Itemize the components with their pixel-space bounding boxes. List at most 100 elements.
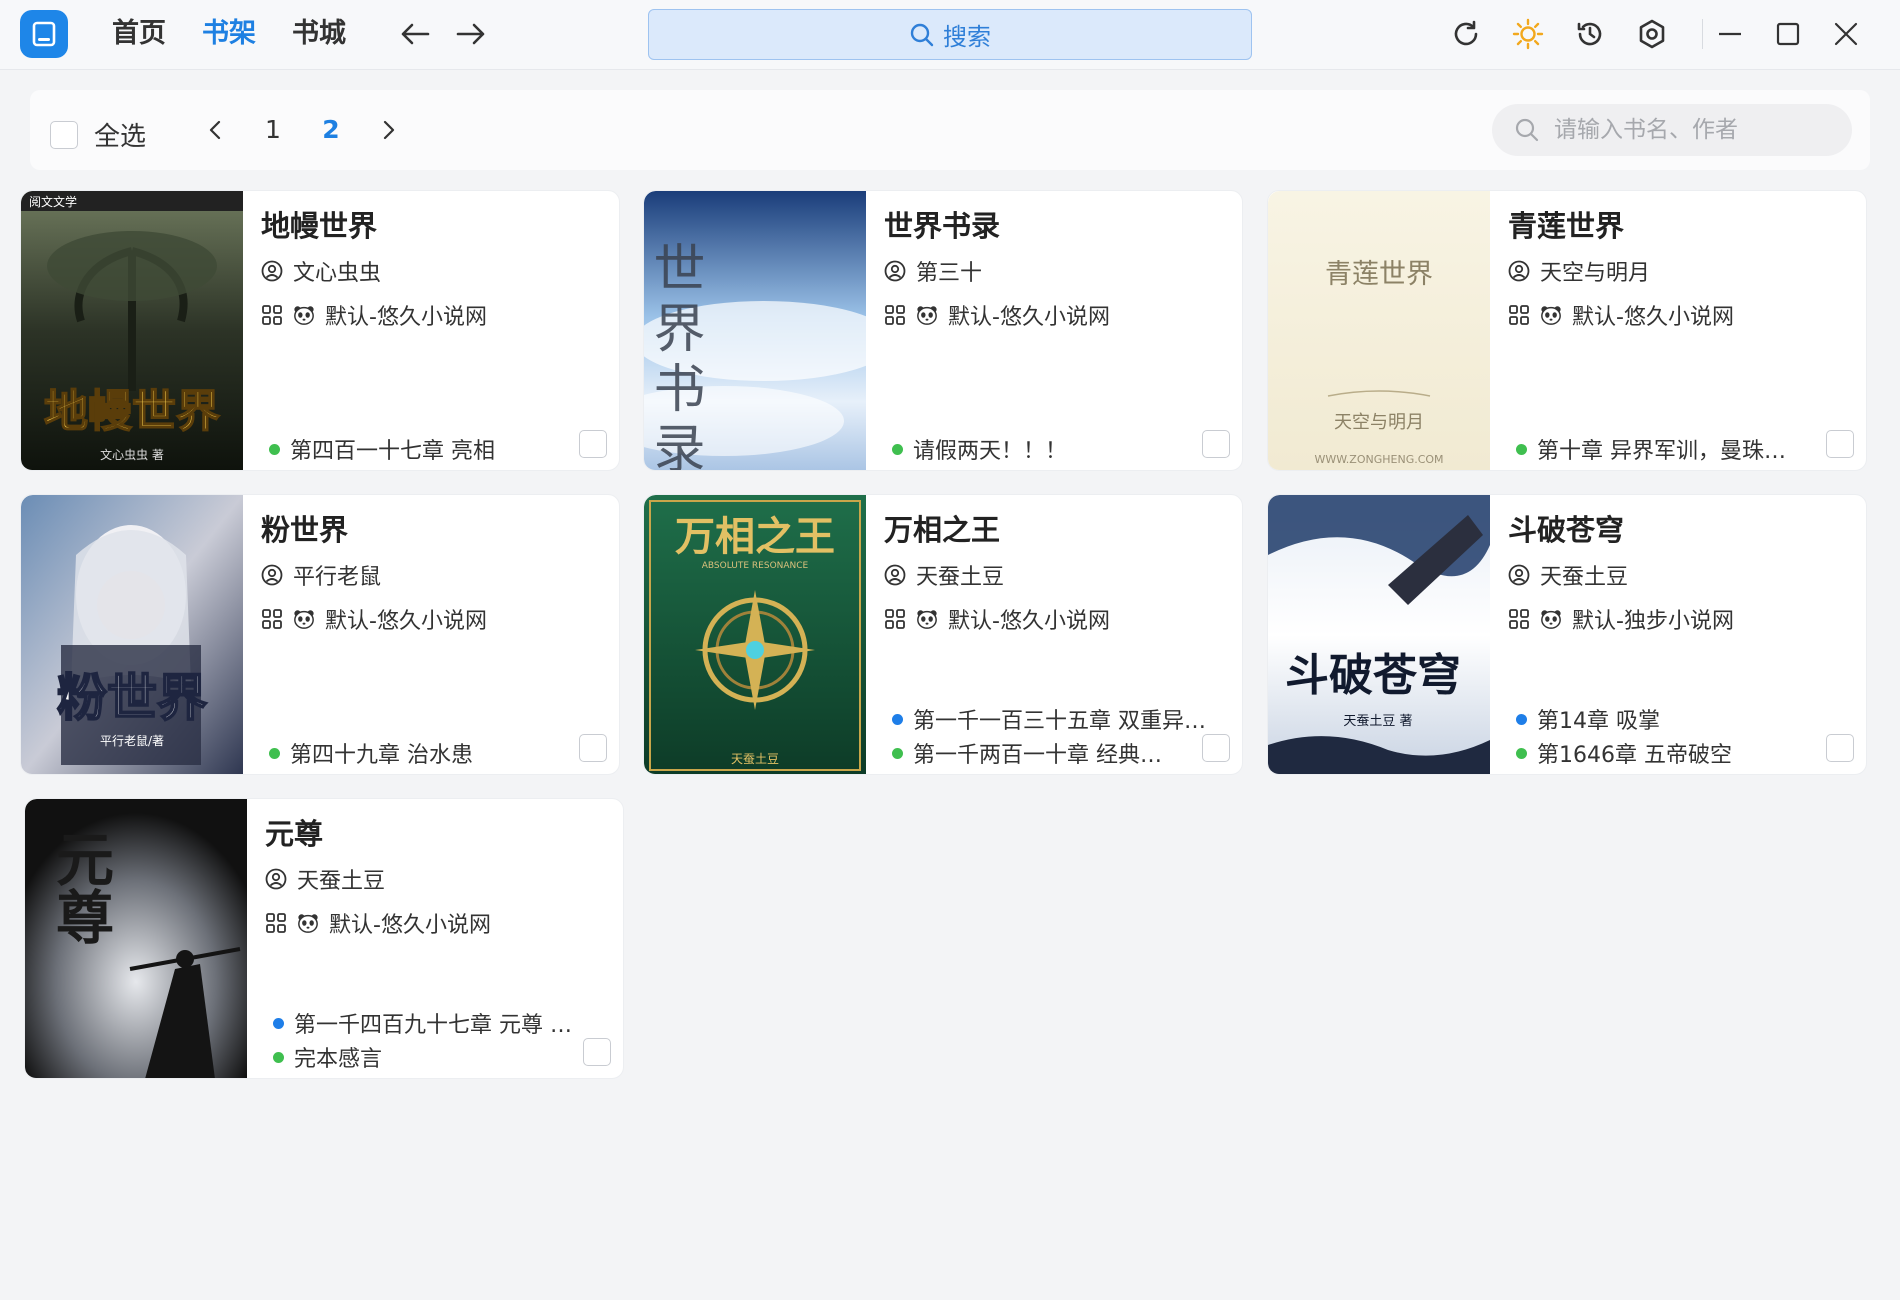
book-title[interactable]: 元尊 [265,811,323,853]
chapter-title: 第四十九章 治水患 [290,743,473,768]
book-cover-art: 元尊 [25,799,247,1078]
cover-title: 万相之王 [675,513,835,560]
book-select-checkbox[interactable] [579,734,607,762]
book-card[interactable]: 万相之王 ABSOLUTE RESONANCE 天蚕土豆 万相之王 天蚕土豆 默… [643,494,1243,775]
book-title[interactable]: 青莲世界 [1508,203,1624,245]
book-select-checkbox[interactable] [583,1038,611,1066]
chapter-line[interactable]: 第一千一百三十五章 双重异… [892,703,1212,735]
book-cover[interactable]: 世界书录 [644,191,866,470]
page-2-button[interactable]: 2 [316,110,346,150]
book-card[interactable]: 世界书录 世界书录 第三十 默认-悠久小说网 请假两天！！！ [643,190,1243,471]
grid-icon [884,304,906,326]
book-author-row: 第三十 [884,255,982,287]
book-source-row[interactable]: 默认-独步小说网 [1508,603,1734,635]
book-cover[interactable]: 青莲世界 天空与明月 WWW.ZONGHENG.COM [1268,191,1490,470]
book-select-checkbox[interactable] [579,430,607,458]
book-title[interactable]: 万相之王 [884,507,1000,549]
book-cover[interactable]: 阅文文学 地幔世界 文心虫虫 著 [21,191,243,470]
book-select-checkbox[interactable] [1826,430,1854,458]
book-source-row[interactable]: 默认-悠久小说网 [261,603,487,635]
book-select-checkbox[interactable] [1202,430,1230,458]
chapter-line[interactable]: 第十章 异界军训，曼珠… [1516,433,1836,465]
book-title[interactable]: 粉世界 [261,507,348,549]
chapter-title: 请假两天！！！ [913,439,1068,464]
select-all-checkbox[interactable] [50,120,78,149]
back-arrow-icon[interactable] [398,16,432,52]
toolbar-divider [1702,19,1703,49]
chapter-line[interactable]: 完本感言 [273,1041,593,1073]
next-page-icon[interactable] [374,110,404,150]
book-cover-art: 青莲世界 天空与明月 WWW.ZONGHENG.COM [1268,191,1490,470]
book-author: 平行老鼠 [293,565,382,590]
history-clock-icon[interactable] [1572,16,1608,52]
chapter-line[interactable]: 请假两天！！！ [892,433,1212,465]
cover-tag: 阅文文学 [29,194,77,209]
chapter-title: 第一千四百九十七章 元尊 … [294,1013,572,1038]
chapter-status-green-dot [1516,443,1527,455]
book-card[interactable]: 阅文文学 地幔世界 文心虫虫 著 地幔世界 文心虫虫 默认-悠久小说网 第四百一… [20,190,620,471]
book-cover[interactable]: 斗破苍穹 天蚕土豆 著 [1268,495,1490,774]
book-filter-input[interactable] [1554,117,1834,143]
book-title[interactable]: 地幔世界 [261,203,377,245]
book-author-row: 天蚕土豆 [265,863,385,895]
chapter-title: 第四百一十七章 亮相 [290,439,495,464]
book-cover[interactable]: 元尊 [25,799,247,1078]
close-icon[interactable] [1828,16,1864,52]
chapter-line[interactable]: 第四十九章 治水患 [269,737,589,769]
book-card[interactable]: 粉世界 平行老鼠/著 粉世界 平行老鼠 默认-悠久小说网 第四十九章 治水患 [20,494,620,775]
theme-sun-icon[interactable] [1510,16,1546,52]
pagination: 1 2 [200,110,404,150]
book-cover[interactable]: 粉世界 平行老鼠/著 [21,495,243,774]
book-cover[interactable]: 万相之王 ABSOLUTE RESONANCE 天蚕土豆 [644,495,866,774]
book-title[interactable]: 斗破苍穹 [1508,507,1624,549]
book-title[interactable]: 世界书录 [884,203,1000,245]
nav-bookshelf[interactable]: 书架 [202,14,256,54]
book-card[interactable]: 斗破苍穹 天蚕土豆 著 斗破苍穹 天蚕土豆 默认-独步小说网 第14章 吸掌 第… [1267,494,1867,775]
book-select-checkbox[interactable] [1202,734,1230,762]
prev-page-icon[interactable] [200,110,230,150]
panda-icon [293,608,315,630]
page-1-button[interactable]: 1 [258,110,288,150]
chapter-title: 第1646章 五帝破空 [1537,743,1732,768]
minimize-icon[interactable] [1712,16,1748,52]
chapter-status-green-dot [892,747,903,759]
nav-home[interactable]: 首页 [112,14,166,54]
panda-icon [916,608,938,630]
forward-arrow-icon[interactable] [454,16,488,52]
book-source-row[interactable]: 默认-悠久小说网 [265,907,491,939]
nav-bookstore[interactable]: 书城 [292,14,346,54]
chapter-status-green-dot [273,1051,284,1063]
book-source-row[interactable]: 默认-悠久小说网 [1508,299,1734,331]
panda-icon [293,304,315,326]
book-select-checkbox[interactable] [1826,734,1854,762]
cover-title: 粉世界 [57,669,207,727]
book-source: 默认-悠久小说网 [325,305,487,330]
book-card[interactable]: 元尊 元尊 天蚕土豆 默认-悠久小说网 第一千四百九十七章 元尊 … 完本感言 [24,798,624,1079]
select-all-toggle[interactable]: 全选 [50,116,146,153]
panda-icon [1540,304,1562,326]
book-source-row[interactable]: 默认-悠久小说网 [884,603,1110,635]
chapter-line[interactable]: 第四百一十七章 亮相 [269,433,589,465]
book-author-row: 天蚕土豆 [1508,559,1628,591]
book-info: 斗破苍穹 天蚕土豆 默认-独步小说网 第14章 吸掌 第1646章 五帝破空 [1508,495,1853,774]
app-logo-icon [20,10,68,58]
chapter-line[interactable]: 第一千四百九十七章 元尊 … [273,1007,593,1039]
chapter-line[interactable]: 第14章 吸掌 [1516,703,1836,735]
refresh-icon[interactable] [1448,16,1484,52]
book-source-row[interactable]: 默认-悠久小说网 [884,299,1110,331]
book-info: 元尊 天蚕土豆 默认-悠久小说网 第一千四百九十七章 元尊 … 完本感言 [265,799,610,1078]
settings-gear-icon[interactable] [1634,16,1670,52]
book-info: 地幔世界 文心虫虫 默认-悠久小说网 第四百一十七章 亮相 [261,191,606,470]
search-label: 搜索 [943,23,991,51]
book-source-row[interactable]: 默认-悠久小说网 [261,299,487,331]
maximize-icon[interactable] [1770,16,1806,52]
book-author: 文心虫虫 [293,261,382,286]
chapter-line[interactable]: 第1646章 五帝破空 [1516,737,1836,769]
chapter-line[interactable]: 第一千两百一十章 经典… [892,737,1212,769]
book-author: 天蚕土豆 [1540,565,1629,590]
book-card[interactable]: 青莲世界 天空与明月 WWW.ZONGHENG.COM 青莲世界 天空与明月 默… [1267,190,1867,471]
cover-title: 青莲世界 [1325,259,1433,290]
book-source: 默认-悠久小说网 [948,305,1110,330]
chapter-title: 第一千一百三十五章 双重异… [913,709,1206,734]
global-search-button[interactable]: 搜索 [648,9,1252,60]
